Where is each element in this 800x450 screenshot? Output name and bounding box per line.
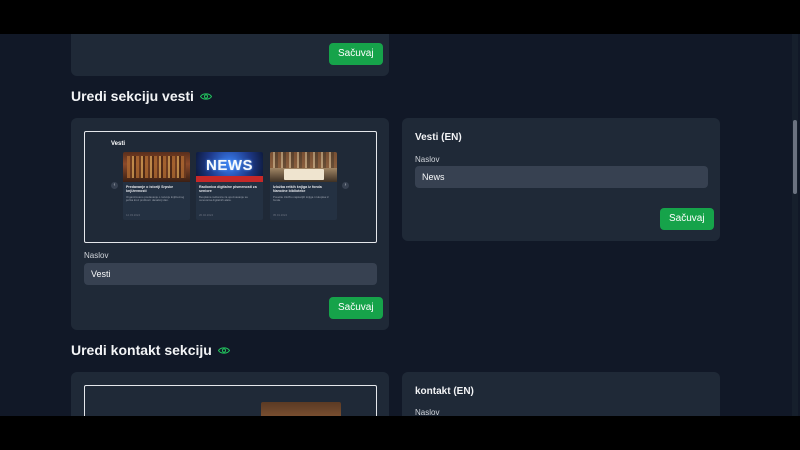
contact-edit-card [71,372,389,416]
book-image [270,152,337,182]
title-field-label: Naslov [415,155,440,164]
news-section-title: Uredi sekciju vesti [71,88,212,104]
preview-card-text: Besplatna radionica za upoznavanje sa os… [199,195,248,203]
preview-card-title: Izložba retkih knjiga iz fonda Narodne b… [273,185,322,194]
preview-card-title: Predavanje o istoriji Srpske književnost… [126,185,174,194]
page-viewport: Sačuvaj Uredi sekciju vesti Vesti ‹ › Pr… [0,34,800,416]
preview-news-card[interactable]: NEWS Radionica digitalne pismenosti za s… [196,152,263,220]
contact-preview [84,385,377,416]
news-banner-image: NEWS [196,152,263,182]
book-stack-image [261,402,341,416]
title-field-label: Naslov [415,408,440,416]
preview-card-date: 12.03.2024 [126,213,140,217]
save-button[interactable]: Sačuvaj [329,297,383,319]
eye-icon[interactable] [217,346,230,355]
news-section-title-text: Uredi sekciju vesti [71,88,194,104]
title-input[interactable]: Vesti [84,263,377,285]
contact-section-title-text: Uredi kontakt sekciju [71,342,212,358]
save-button[interactable]: Sačuvaj [660,208,714,230]
preview-heading: Vesti [111,141,126,147]
preview-card-date: 05.01.2024 [273,213,287,217]
contact-en-card: kontakt (EN) Naslov [402,372,720,416]
page-scrollbar[interactable] [792,34,798,416]
news-en-heading: Vesti (EN) [415,132,462,143]
preview-prev-arrow[interactable]: ‹ [111,182,118,189]
news-en-card: Vesti (EN) Naslov News Sačuvaj [402,118,720,241]
contact-en-heading: kontakt (EN) [415,386,474,397]
title-field-label: Naslov [84,251,109,260]
news-edit-card: Vesti ‹ › Predavanje o istoriji Srpske k… [71,118,389,330]
preview-card-date: 20.02.2024 [199,213,213,217]
preview-news-card[interactable]: Izložba retkih knjiga iz fonda Narodne b… [270,152,337,220]
library-image [123,152,190,182]
preview-card-title: Radionica digitalne pismenosti za senior… [199,185,257,194]
eye-icon[interactable] [199,92,212,101]
preview-card-text: Organizovano predavanje o razvoju knjiže… [126,195,185,203]
news-banner-text: NEWS [206,157,253,174]
contact-section-title: Uredi kontakt sekciju [71,342,230,358]
scrollbar-thumb[interactable] [793,120,797,194]
top-card: Sačuvaj [71,34,389,76]
preview-news-card[interactable]: Predavanje o istoriji Srpske književnost… [123,152,190,220]
preview-card-text: Posetite izložbu najstarijih knjiga i ru… [273,195,329,203]
news-preview: Vesti ‹ › Predavanje o istoriji Srpske k… [84,131,377,243]
title-en-input[interactable]: News [415,166,708,188]
preview-next-arrow[interactable]: › [342,182,349,189]
save-button[interactable]: Sačuvaj [329,43,383,65]
